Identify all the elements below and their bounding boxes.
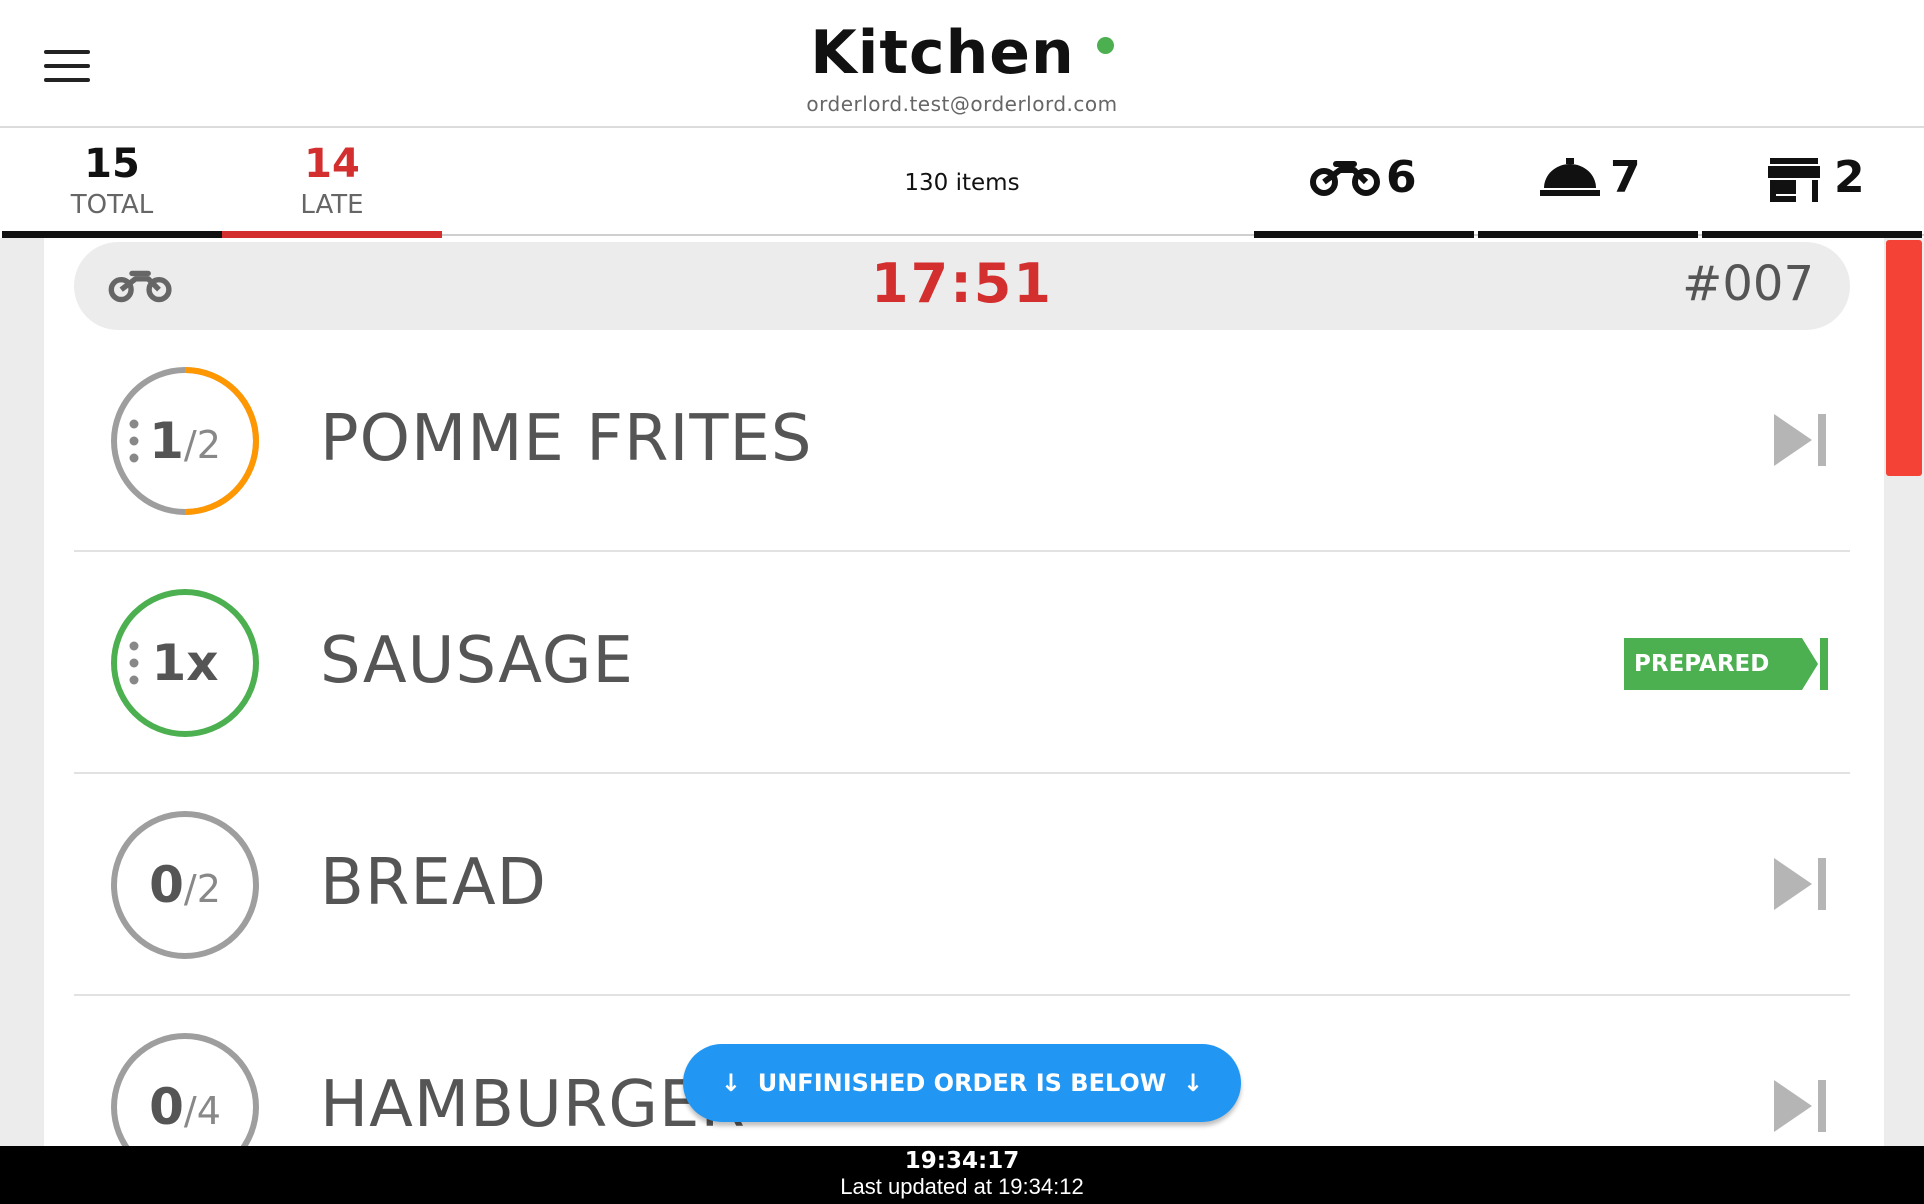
top-header: Kitchen orderlord.test@orderlord.com (0, 0, 1924, 128)
item-name: BREAD (320, 846, 547, 920)
status-footer: 19:34:17 Last updated at 19:34:12 (0, 1146, 1924, 1204)
orders-list[interactable]: 17:51 #007 1/2 POMME FRITES 1x SAUSAGE P… (0, 238, 1924, 1146)
prepared-label: PREPARED (1624, 638, 1802, 690)
item-name: SAUSAGE (320, 624, 634, 698)
scrollbar[interactable] (1884, 238, 1924, 1146)
tab-pickup[interactable]: 2 (1702, 128, 1922, 238)
item-quantity: 0/4 (149, 1078, 221, 1136)
account-email: orderlord.test@orderlord.com (806, 92, 1118, 116)
page-title: Kitchen (810, 18, 1075, 88)
prepared-arrow-icon (1788, 638, 1828, 690)
serving-cloche-icon (1540, 158, 1600, 202)
dine-in-count: 7 (1610, 152, 1641, 203)
order-header[interactable]: 17:51 #007 (74, 242, 1850, 330)
order-item-row[interactable]: 1/2 POMME FRITES (74, 330, 1850, 552)
title-wrap: Kitchen (0, 18, 1924, 88)
skip-next-icon[interactable] (1772, 1078, 1828, 1138)
storefront-icon (1768, 158, 1820, 206)
tab-delivery[interactable]: 6 (1254, 128, 1474, 238)
delivery-count: 6 (1386, 152, 1417, 203)
skip-next-icon[interactable] (1772, 412, 1828, 472)
pickup-count: 2 (1834, 152, 1865, 203)
item-quantity: 1x (151, 634, 219, 692)
scrollbar-thumb[interactable] (1886, 240, 1922, 476)
order-due-time: 17:51 (871, 252, 1053, 315)
order-item-row[interactable]: 0/2 BREAD (74, 774, 1850, 996)
order-item-row[interactable]: 1x SAUSAGE PREPARED (74, 552, 1850, 774)
unfinished-order-button[interactable]: ↓ UNFINISHED ORDER IS BELOW ↓ (683, 1044, 1241, 1122)
item-name: HAMBURGER (320, 1068, 746, 1142)
item-quantity: 0/2 (149, 856, 221, 914)
skip-next-icon[interactable] (1772, 856, 1828, 916)
prepared-button[interactable]: PREPARED (1616, 638, 1828, 690)
item-quantity: 1/2 (149, 412, 221, 470)
online-status-dot (1096, 36, 1114, 54)
arrow-down-icon: ↓ (720, 1069, 741, 1097)
arrow-down-icon: ↓ (1183, 1069, 1204, 1097)
order-number: #007 (1682, 256, 1814, 312)
unfinished-order-label: UNFINISHED ORDER IS BELOW (757, 1069, 1167, 1097)
motorbike-icon (1310, 158, 1382, 202)
item-name: POMME FRITES (320, 402, 813, 476)
current-time: 19:34:17 (904, 1148, 1020, 1174)
order-card: 17:51 #007 1/2 POMME FRITES 1x SAUSAGE P… (44, 238, 1884, 1146)
filter-tabbar: 15 TOTAL 14 LATE 130 items 6 7 2 (0, 128, 1924, 238)
last-updated: Last updated at 19:34:12 (840, 1174, 1084, 1199)
tab-dine-in[interactable]: 7 (1478, 128, 1698, 238)
